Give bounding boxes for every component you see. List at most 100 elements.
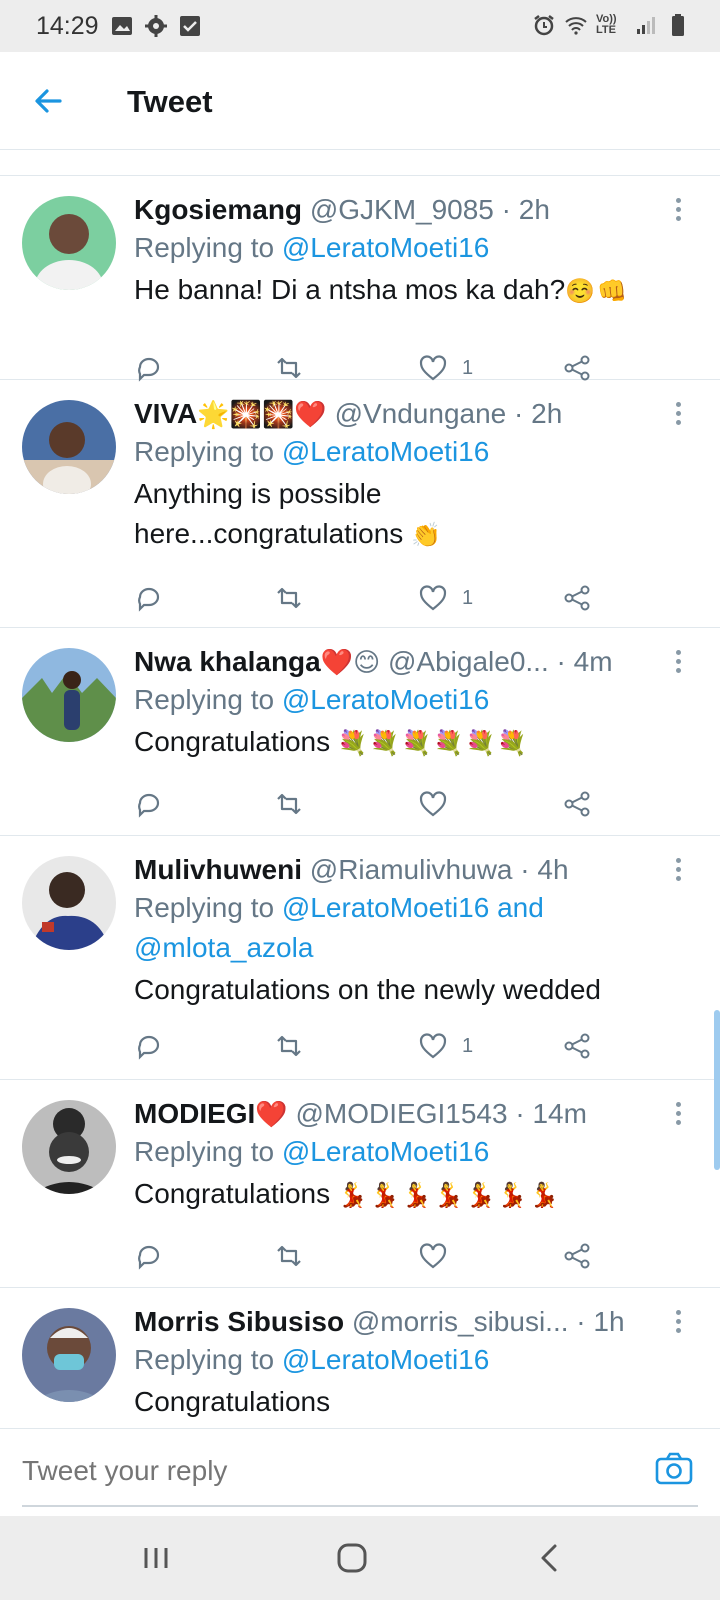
mention-link[interactable]: @LeratoMoeti16 and	[282, 892, 544, 923]
tweet-time: · 14m	[515, 1098, 587, 1129]
tweet-reply-input[interactable]	[22, 1455, 622, 1487]
user-name[interactable]: Nwa khalanga	[134, 646, 321, 677]
name-emoji: ❤️	[255, 1099, 288, 1129]
gear-icon	[145, 15, 167, 37]
share-icon	[564, 355, 590, 381]
reply-icon	[138, 587, 160, 612]
tweet-text: Congratulations	[134, 1382, 680, 1422]
status-time: 14:29	[36, 12, 99, 40]
reply-button[interactable]	[134, 578, 164, 618]
tweet-emoji: 💃💃💃💃💃💃💃	[337, 1182, 562, 1209]
replying-to: Replying to @LeratoMoeti16 and @mlota_azo…	[134, 888, 680, 968]
like-button[interactable]: 1	[418, 1026, 473, 1066]
tweet-item[interactable]: Kgosiemang @GJKM_9085 · 2h Replying to @…	[0, 176, 720, 382]
retweet-icon	[277, 357, 301, 379]
tweet-time: · 1h	[576, 1306, 625, 1337]
more-options-icon[interactable]	[672, 650, 684, 678]
tweet-text-content: Congratulations on the newly wedded	[134, 974, 601, 1005]
arrow-left-icon[interactable]	[26, 79, 70, 123]
tweet-item[interactable]: Morris Sibusiso @morris_sibusi... · 1h R…	[0, 1288, 720, 1428]
user-name[interactable]: MODIEGI	[134, 1098, 255, 1129]
recent-apps-icon[interactable]	[136, 1538, 176, 1578]
reply-button[interactable]	[134, 1026, 164, 1066]
replying-label: Replying to	[134, 892, 282, 923]
like-count: 1	[462, 1034, 474, 1057]
avatar[interactable]	[22, 400, 116, 494]
tweet-actions	[134, 1236, 604, 1276]
mention-link[interactable]: @LeratoMoeti16	[282, 1136, 489, 1167]
like-button[interactable]: 1	[418, 578, 473, 618]
tweet-item[interactable]: Nwa khalanga❤️😊 @Abigale0... · 4m Replyi…	[0, 628, 720, 836]
share-icon	[564, 1243, 590, 1269]
tweet-text: Congratulations 💐💐💐💐💐💐	[134, 722, 680, 764]
tweet-text-content: Congratulations	[134, 726, 331, 757]
mention-link[interactable]: @LeratoMoeti16	[282, 436, 489, 467]
previous-tweet-cutoff	[0, 150, 720, 176]
like-count: 1	[462, 356, 474, 379]
replying-to: Replying to @LeratoMoeti16	[134, 228, 680, 268]
retweet-button[interactable]	[274, 1236, 304, 1276]
share-icon	[564, 791, 590, 817]
home-icon[interactable]	[332, 1538, 372, 1578]
tweet-item[interactable]: Mulivhuweni @Riamulivhuwa · 4h Replying …	[0, 836, 720, 1080]
more-options-icon[interactable]	[672, 1102, 684, 1130]
replying-label: Replying to	[134, 1344, 282, 1375]
tweet-time: · 4m	[556, 646, 613, 677]
avatar[interactable]	[22, 1100, 116, 1194]
more-options-icon[interactable]	[672, 402, 684, 430]
share-button[interactable]	[562, 784, 592, 824]
share-button[interactable]	[562, 1026, 592, 1066]
tweet-text-content: Congratulations	[134, 1178, 331, 1209]
retweet-icon	[277, 1035, 301, 1057]
wifi-icon	[565, 17, 587, 35]
like-button[interactable]	[418, 784, 462, 824]
more-options-icon[interactable]	[672, 1310, 684, 1338]
replying-label: Replying to	[134, 1136, 282, 1167]
tweet-text-content: He banna! Di a ntsha mos ka dah?	[134, 274, 566, 305]
share-button[interactable]	[562, 1236, 592, 1276]
retweet-icon	[277, 793, 301, 815]
name-emoji: ❤️😊	[320, 647, 381, 677]
avatar[interactable]	[22, 648, 116, 742]
reply-feed[interactable]: Kgosiemang @GJKM_9085 · 2h Replying to @…	[0, 150, 720, 1428]
user-name[interactable]: VIVA	[134, 398, 197, 429]
user-handle: @morris_sibusi...	[351, 1306, 569, 1337]
retweet-button[interactable]	[274, 784, 304, 824]
retweet-button[interactable]	[274, 1026, 304, 1066]
tweet-actions	[134, 784, 604, 824]
replying-to: Replying to @LeratoMoeti16	[134, 1132, 680, 1172]
reply-button[interactable]	[134, 784, 164, 824]
tweet-item[interactable]: MODIEGI❤️ @MODIEGI1543 · 14m Replying to…	[0, 1080, 720, 1288]
mention-link[interactable]: @LeratoMoeti16	[282, 684, 489, 715]
mention-link[interactable]: @LeratoMoeti16	[282, 1344, 489, 1375]
more-options-icon[interactable]	[672, 858, 684, 886]
user-name[interactable]: Mulivhuweni	[134, 854, 302, 885]
retweet-button[interactable]	[274, 578, 304, 618]
reply-button[interactable]	[134, 1236, 164, 1276]
like-button[interactable]	[418, 1236, 462, 1276]
tweet-text: Anything is possible here...congratulati…	[134, 474, 554, 556]
status-bar: 14:29 Vo)) LTE	[0, 0, 720, 52]
replying-to: Replying to @LeratoMoeti16	[134, 432, 680, 472]
retweet-icon	[277, 587, 301, 609]
user-name[interactable]: Morris Sibusiso	[134, 1306, 344, 1337]
camera-icon[interactable]	[654, 1449, 694, 1489]
avatar[interactable]	[22, 196, 116, 290]
reply-icon	[138, 793, 160, 818]
mention-link[interactable]: @LeratoMoeti16	[282, 232, 489, 263]
mention-link-2[interactable]: @mlota_azola	[134, 932, 313, 963]
back-nav-icon[interactable]	[530, 1538, 570, 1578]
tweet-item[interactable]: VIVA🌟🎇🎇❤️ @Vndungane · 2h Replying to @L…	[0, 380, 720, 628]
scrollbar-thumb[interactable]	[714, 1010, 720, 1170]
share-icon	[564, 585, 590, 611]
avatar[interactable]	[22, 1308, 116, 1402]
app-header: Tweet	[0, 52, 720, 150]
user-name[interactable]: Kgosiemang	[134, 194, 302, 225]
avatar[interactable]	[22, 856, 116, 950]
reply-bar	[0, 1428, 720, 1518]
replying-to: Replying to @LeratoMoeti16	[134, 1340, 680, 1380]
tweet-emoji: ☺️👊	[565, 278, 629, 305]
share-button[interactable]	[562, 578, 592, 618]
heart-icon	[419, 1243, 447, 1269]
more-options-icon[interactable]	[672, 198, 684, 226]
